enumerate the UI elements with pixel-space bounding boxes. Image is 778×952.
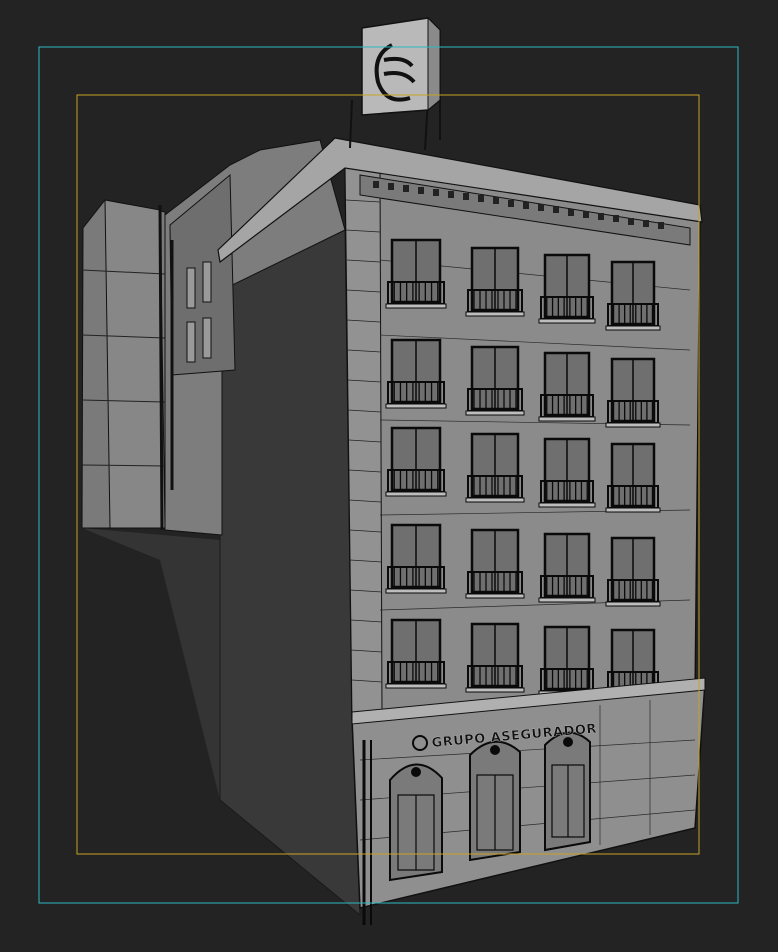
- dark-side-wall: [219, 229, 361, 917]
- window-balcony: [605, 442, 661, 513]
- window-balcony: [465, 246, 525, 317]
- window-balcony: [538, 351, 596, 422]
- window-balcony: [385, 618, 447, 689]
- window-balcony: [465, 432, 525, 503]
- window-balcony: [385, 523, 447, 594]
- rooftop-billboard: [349, 16, 441, 151]
- window-balcony: [538, 253, 596, 324]
- window-balcony: [385, 338, 447, 409]
- window-balcony: [538, 437, 596, 508]
- window-balcony: [605, 357, 661, 428]
- window-balcony: [538, 625, 596, 696]
- window-balcony: [605, 260, 661, 331]
- window-balcony: [385, 426, 447, 497]
- window-balcony: [465, 528, 525, 599]
- 3d-viewport[interactable]: GRUPO ASEGURADOR: [0, 0, 778, 952]
- back-building: [81, 199, 166, 531]
- window-balcony: [465, 345, 525, 416]
- window-balcony: [465, 622, 525, 693]
- window-balcony: [605, 536, 661, 607]
- ground-floor: [351, 677, 706, 925]
- window-balcony: [385, 238, 447, 309]
- window-balcony: [538, 532, 596, 603]
